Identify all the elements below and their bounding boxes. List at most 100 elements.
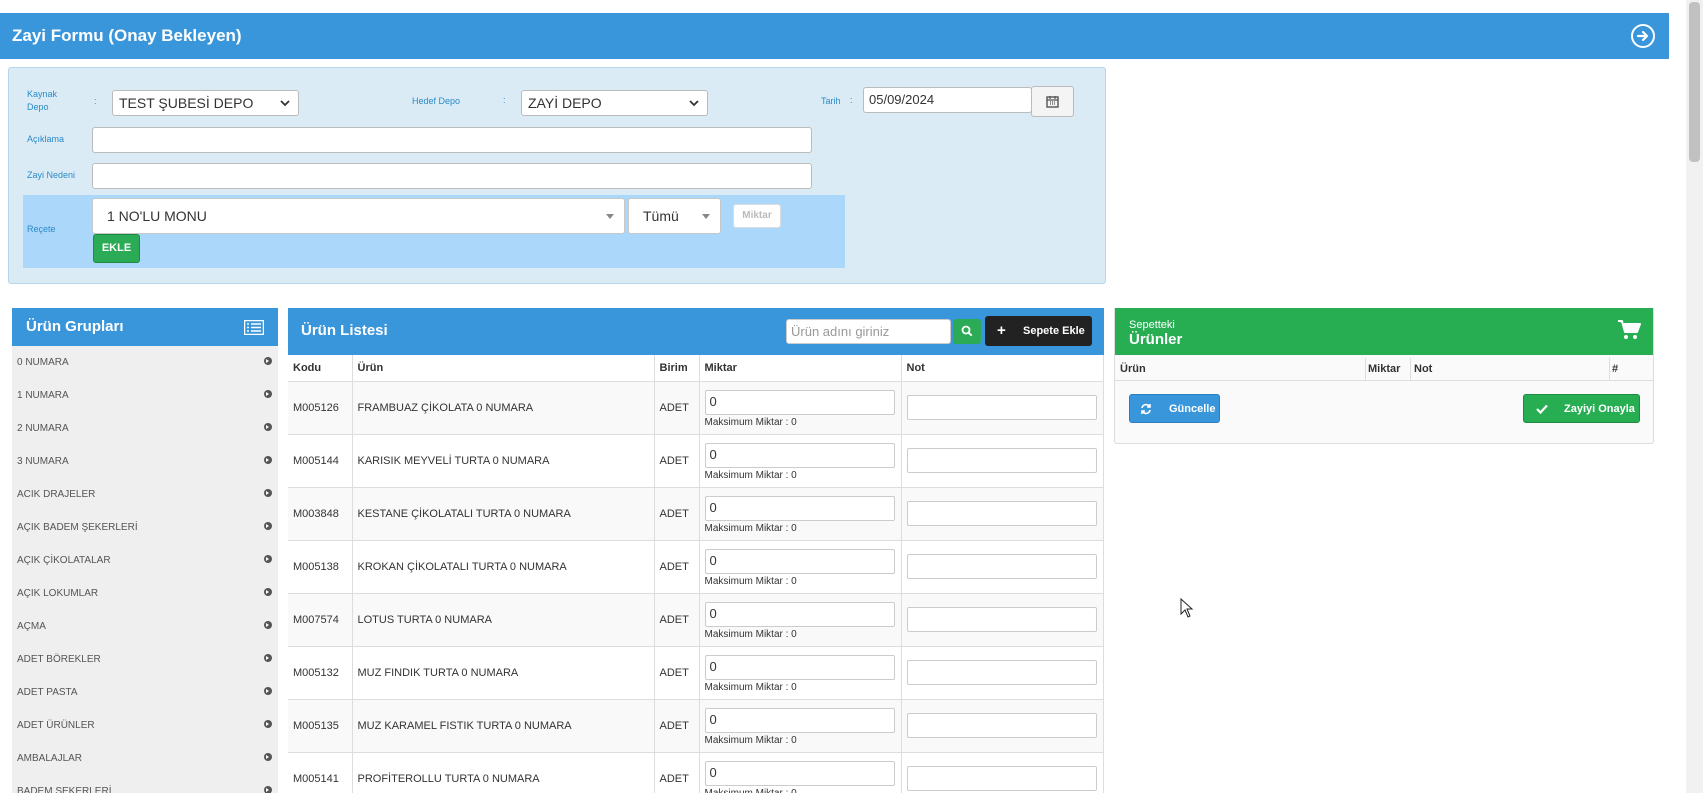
recete-select[interactable]: 1 NO'LU MONU — [92, 198, 625, 234]
approve-zayi-label: Zayiyi Onayla — [1564, 403, 1635, 415]
basket-header-divider — [1115, 380, 1653, 381]
product-group-label: ADET BÖREKLER — [17, 654, 101, 665]
quantity-input[interactable]: 0 — [704, 760, 895, 786]
add-to-basket-button[interactable]: + Sepete Ekle — [985, 316, 1092, 346]
mouse-pointer-icon — [1180, 598, 1194, 618]
product-group-item[interactable]: AÇIK BADEM ŞEKERLERİ — [12, 511, 278, 544]
product-group-item[interactable]: ACIK DRAJELER — [12, 478, 278, 511]
quantity-input[interactable]: 0 — [704, 601, 895, 627]
product-code: M005126 — [288, 381, 353, 435]
max-quantity-label: Maksimum Miktar : 0 — [704, 734, 797, 746]
search-button[interactable] — [953, 319, 981, 344]
product-note-cell — [901, 646, 1104, 700]
note-input[interactable] — [906, 766, 1097, 791]
chevron-circle-right-icon — [264, 786, 272, 793]
product-code: M005138 — [288, 540, 353, 594]
product-group-item[interactable]: AÇMA — [12, 610, 278, 643]
ekle-button[interactable]: EKLE — [93, 234, 140, 263]
page-scrollbar[interactable] — [1686, 0, 1703, 793]
scrollbar-thumb[interactable] — [1689, 2, 1700, 162]
chevron-circle-right-icon — [264, 357, 272, 365]
product-group-item[interactable]: AÇIK ÇİKOLATALAR — [12, 544, 278, 577]
arrow-circle-right-icon[interactable] — [1631, 24, 1655, 48]
product-name: KESTANE ÇİKOLATALI TURTA 0 NUMARA — [352, 487, 655, 541]
product-group-item[interactable]: ADET ÜRÜNLER — [12, 709, 278, 742]
kaynak-depo-select[interactable]: TEST ŞUBESİ DEPO — [112, 90, 299, 116]
quantity-input[interactable]: 0 — [704, 442, 895, 468]
product-note-cell — [901, 593, 1104, 647]
approve-zayi-button[interactable]: Zayiyi Onayla — [1523, 394, 1640, 423]
basket-column-actions: # — [1612, 363, 1619, 375]
product-groups-header: Ürün Grupları — [12, 308, 278, 346]
product-group-item[interactable]: 0 NUMARA — [12, 346, 278, 379]
kaynak-depo-label: Kaynak Depo — [27, 89, 58, 112]
product-row: M005144 KARISIK MEYVELİ TURTA 0 NUMARA ADE… — [288, 434, 1104, 488]
product-unit: ADET — [654, 381, 700, 435]
product-unit: ADET — [654, 646, 700, 700]
product-code: M005132 — [288, 646, 353, 700]
chevron-circle-right-icon — [264, 588, 272, 596]
quantity-input[interactable]: 0 — [704, 548, 895, 574]
chevron-circle-right-icon — [264, 423, 272, 431]
product-group-item[interactable]: 2 NUMARA — [12, 412, 278, 445]
max-quantity-label: Maksimum Miktar : 0 — [704, 681, 797, 693]
chevron-circle-right-icon — [264, 390, 272, 398]
note-input[interactable] — [906, 395, 1097, 420]
product-unit: ADET — [654, 752, 700, 793]
product-group-item[interactable]: 1 NUMARA — [12, 379, 278, 412]
note-input[interactable] — [906, 607, 1097, 632]
page: Zayi Formu (Onay Bekleyen) Kaynak Depo :… — [0, 0, 1703, 793]
product-group-item[interactable]: AÇIK LOKUMLAR — [12, 577, 278, 610]
note-input[interactable] — [906, 660, 1097, 685]
update-button[interactable]: Güncelle — [1129, 394, 1220, 423]
quantity-input[interactable]: 0 — [704, 389, 895, 415]
product-group-label: ACIK DRAJELER — [17, 489, 96, 500]
tarih-input[interactable]: 05/09/2024 — [863, 87, 1032, 113]
zayi-nedeni-label: Zayi Nedeni — [27, 170, 76, 180]
product-group-label: 0 NUMARA — [17, 357, 69, 368]
note-input[interactable] — [906, 554, 1097, 579]
product-list-title: Ürün Listesi — [301, 322, 388, 339]
recete-value: 1 NO'LU MONU — [107, 208, 207, 224]
product-row: M005141 PROFİTEROLLU TURTA 0 NUMARA ADET 0 M… — [288, 752, 1104, 793]
zayi-nedeni-input[interactable] — [92, 163, 812, 189]
note-input[interactable] — [906, 713, 1097, 738]
product-group-item[interactable]: ADET PASTA — [12, 676, 278, 709]
miktar-input[interactable]: Miktar — [733, 204, 781, 228]
product-list-header: Ürün Listesi Ürün adını giriniz + Sepete… — [288, 308, 1104, 355]
quantity-input[interactable]: 0 — [704, 654, 895, 680]
product-note-cell — [901, 487, 1104, 541]
chevron-circle-right-icon — [264, 555, 272, 563]
filter-select[interactable]: Tümü — [628, 198, 721, 234]
product-group-label: AÇIK LOKUMLAR — [17, 588, 99, 599]
quantity-input[interactable]: 0 — [704, 707, 895, 733]
note-input[interactable] — [906, 448, 1097, 473]
chevron-circle-right-icon — [264, 456, 272, 464]
product-search-input[interactable]: Ürün adını giriniz — [786, 319, 951, 344]
caret-down-icon — [702, 214, 710, 219]
product-note-cell — [901, 540, 1104, 594]
product-group-item[interactable]: ADET BÖREKLER — [12, 643, 278, 676]
note-input[interactable] — [906, 501, 1097, 526]
product-group-item[interactable]: BADEM ŞEKERLERİ — [12, 775, 278, 793]
list-alt-icon — [244, 320, 264, 335]
refresh-icon — [1141, 403, 1151, 415]
update-button-label: Güncelle — [1169, 403, 1216, 415]
quantity-input[interactable]: 0 — [704, 495, 895, 521]
column-header-kodu: Kodu — [288, 355, 353, 382]
product-group-item[interactable]: 3 NUMARA — [12, 445, 278, 478]
chevron-circle-right-icon — [264, 621, 272, 629]
basket-column-urun: Ürün — [1120, 363, 1146, 375]
basket-title: Ürünler — [1129, 331, 1183, 348]
product-row: M005126 FRAMBUAZ ÇİKOLATA 0 NUMARA ADET 0 Ma… — [288, 381, 1104, 435]
product-quantity-cell: 0 Maksimum Miktar : 0 — [699, 540, 902, 594]
zayi-form-panel: Kaynak Depo : TEST ŞUBESİ DEPO Hedef Dep… — [8, 67, 1106, 284]
max-quantity-label: Maksimum Miktar : 0 — [704, 416, 797, 428]
hedef-depo-select[interactable]: ZAYİ DEPO — [521, 90, 708, 116]
product-name: FRAMBUAZ ÇİKOLATA 0 NUMARA — [352, 381, 655, 435]
product-row: M003848 KESTANE ÇİKOLATALI TURTA 0 NUMARA… — [288, 487, 1104, 541]
aciklama-input[interactable] — [92, 127, 812, 153]
calendar-button[interactable] — [1031, 86, 1074, 117]
product-row: M005132 MUZ FINDIK TURTA 0 NUMARA ADET 0 Mak… — [288, 646, 1104, 700]
product-group-item[interactable]: AMBALAJLAR — [12, 742, 278, 775]
